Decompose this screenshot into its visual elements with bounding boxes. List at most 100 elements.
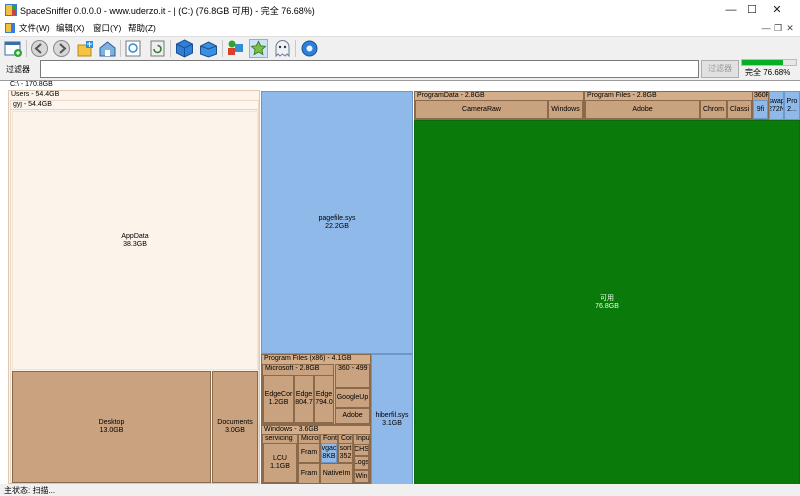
pro-name: Pro <box>786 97 798 105</box>
sort-size: 352 <box>339 453 352 460</box>
documents-size: 3.0GB <box>225 427 245 434</box>
lcu-block[interactable]: LCU 1.1GB <box>263 443 297 483</box>
scan-progress-text: 完全 76.68% <box>745 68 791 77</box>
hiberfil-name: hiberfil.sys <box>375 411 409 419</box>
documents-block[interactable]: Documents 3.0GB <box>212 371 258 483</box>
fram2-name: Fram <box>300 469 318 477</box>
ghost-icon[interactable] <box>273 39 292 58</box>
chs-block[interactable]: CHS <box>354 444 369 456</box>
toolbar-separator <box>295 40 296 57</box>
box-open-icon[interactable] <box>199 39 218 58</box>
toolbar-separator <box>222 40 223 57</box>
programdata-windows-block[interactable]: Windows <box>548 100 583 119</box>
pf86-360-block[interactable]: 360 - 499 <box>335 364 370 388</box>
fram2-block[interactable]: Fram <box>298 463 320 484</box>
pagefile-size: 22.2GB <box>325 222 349 230</box>
menu-window[interactable]: 窗口(Y) <box>93 22 121 34</box>
swapfile-size: 272N <box>770 105 784 113</box>
pf-adobe-block[interactable]: Adobe <box>585 100 700 119</box>
nine-name: 9fi <box>756 105 765 113</box>
fram1-block[interactable]: Fram <box>298 443 320 463</box>
appdata-size: 38.3GB <box>123 240 147 248</box>
appdata-name: AppData <box>121 232 149 240</box>
mdi-restore-button[interactable]: ❐ <box>772 21 784 35</box>
home-icon[interactable] <box>76 39 95 58</box>
fonts-header: Fonts <box>323 435 338 442</box>
menu-edit[interactable]: 编辑(X) <box>56 22 84 34</box>
desktop-name: Desktop <box>98 419 125 426</box>
edge-size: 804.7 <box>295 399 313 406</box>
toolbar <box>0 36 800 59</box>
gyj-header: gyj - 54.4GB <box>11 101 258 110</box>
nine-block[interactable]: 9fi <box>753 100 768 119</box>
free-space-name: 可用 <box>600 294 614 302</box>
mdi-minimize-button[interactable]: — <box>760 21 772 35</box>
tag-filter-icon[interactable] <box>226 39 245 58</box>
win-sub-name: Win <box>355 472 368 480</box>
status-text: 主状态: 扫描... <box>4 486 56 495</box>
mdi-app-icon <box>5 23 15 33</box>
cameraraw-block[interactable]: CameraRaw <box>415 100 548 119</box>
programdata-header: ProgramData - 2.8GB <box>417 92 485 99</box>
win-sub-block[interactable]: Win <box>354 470 369 483</box>
inpu-header: Inpu <box>356 435 370 442</box>
edgecore-block[interactable]: EdgeCor 1.2GB <box>263 375 294 423</box>
native-images-name: NativeIm <box>322 469 351 477</box>
title-bar: SpaceSniffer 0.0.0.0 - www.uderzo.it - |… <box>0 0 800 20</box>
hiberfil-block[interactable]: hiberfil.sys 3.1GB <box>371 354 413 484</box>
logs-block[interactable]: Logs <box>354 456 369 470</box>
settings-gear-icon[interactable] <box>300 39 319 58</box>
mdi-close-button[interactable]: ✕ <box>784 21 796 35</box>
lcu-name: LCU <box>272 455 287 462</box>
chs-name: CHS <box>354 446 369 453</box>
users-header: Users - 54.4GB <box>11 91 60 98</box>
pf86-microsoft-header: Microsoft - 2.8GB <box>265 365 320 372</box>
documents-name: Documents <box>217 419 253 426</box>
network-icon[interactable] <box>98 39 117 58</box>
pagefile-block[interactable]: pagefile.sys 22.2GB <box>261 91 413 354</box>
free-space-block[interactable]: 可用 76.8GB <box>414 120 800 484</box>
sort-block[interactable]: sort 352 <box>338 443 353 463</box>
forward-icon[interactable] <box>52 39 71 58</box>
box-icon[interactable] <box>175 39 194 58</box>
edgeupdate-size: 794.0 <box>315 399 333 406</box>
filter-label: 过滤器 <box>6 65 30 74</box>
desktop-size: 13.0GB <box>99 427 124 434</box>
scan-icon[interactable] <box>124 39 143 58</box>
native-images-block[interactable]: NativeIm <box>320 463 353 484</box>
app-icon <box>5 4 17 16</box>
refresh-icon[interactable] <box>148 39 167 58</box>
edgeupdate-block[interactable]: Edge 794.0 <box>314 375 334 423</box>
lcu-size: 1.1GB <box>270 463 290 470</box>
hiberfil-size: 3.1GB <box>382 419 402 427</box>
vgac-block[interactable]: vgac 8KB <box>321 443 337 463</box>
filter-input[interactable] <box>40 60 699 78</box>
back-icon[interactable] <box>30 39 49 58</box>
menu-file[interactable]: 文件(W) <box>19 22 50 34</box>
edge-block[interactable]: Edge 804.7 <box>294 375 314 423</box>
googleupdate-block[interactable]: GoogleUp <box>335 388 370 408</box>
toolbar-separator <box>120 40 121 57</box>
menu-help[interactable]: 帮助(Z) <box>128 22 156 34</box>
program-files-header: Program Files - 2.8GB <box>587 92 657 99</box>
edgeupdate-name: Edge <box>315 391 333 398</box>
new-scan-icon[interactable] <box>4 39 23 58</box>
pro-block[interactable]: Pro 2... <box>784 91 800 120</box>
swapfile-block[interactable]: swap 272N <box>769 91 784 120</box>
classic-block[interactable]: Classi <box>727 100 752 119</box>
filter-button[interactable]: 过滤器 <box>701 60 739 78</box>
star-icon[interactable] <box>249 39 268 58</box>
logs-name: Logs <box>354 459 369 466</box>
win-microsoft-header: Micros <box>301 435 320 442</box>
menu-bar: 文件(W) 编辑(X) 窗口(Y) 帮助(Z) — ❐ ✕ <box>0 20 800 36</box>
pagefile-name: pagefile.sys <box>318 214 356 222</box>
appdata-block[interactable]: AppData 38.3GB <box>12 111 258 370</box>
pro-size: 2... <box>787 105 797 113</box>
fram1-name: Fram <box>300 449 318 456</box>
treemap[interactable]: C:\ - 170.8GB Users - 54.4GB gyj - 54.4G… <box>0 80 800 484</box>
close-button[interactable]: ✕ <box>754 0 800 20</box>
pf86-adobe-block[interactable]: Adobe <box>335 408 370 424</box>
desktop-block[interactable]: Desktop 13.0GB <box>12 371 211 483</box>
cont-header: Cont <box>341 435 352 442</box>
chrome-block[interactable]: Chrom <box>700 100 727 119</box>
